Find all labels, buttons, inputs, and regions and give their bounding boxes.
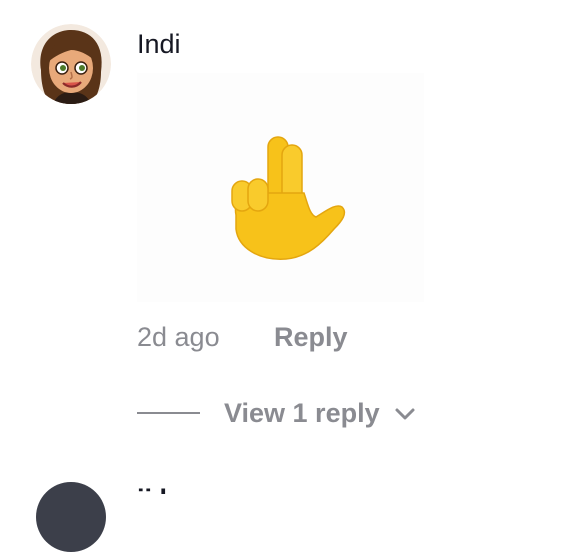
replies-divider <box>137 412 200 414</box>
reply-button[interactable]: Reply <box>274 322 348 353</box>
view-replies-label: View 1 reply <box>224 398 380 428</box>
comment-username[interactable]: Indi <box>137 29 181 60</box>
comment-sticker[interactable] <box>137 73 424 302</box>
next-comment-username[interactable]: ji l <box>137 484 167 494</box>
next-comment-avatar[interactable] <box>36 482 106 552</box>
comment-item: Indi 2d ago Reply View 1 reply ji l <box>0 0 578 552</box>
comment-timestamp: 2d ago <box>137 322 220 352</box>
chevron-down-icon <box>395 408 415 419</box>
hand-fingers-icon <box>231 136 346 260</box>
view-replies-button[interactable]: View 1 reply <box>224 398 416 429</box>
girl-avatar-icon <box>31 24 111 104</box>
user-avatar[interactable] <box>31 24 111 104</box>
